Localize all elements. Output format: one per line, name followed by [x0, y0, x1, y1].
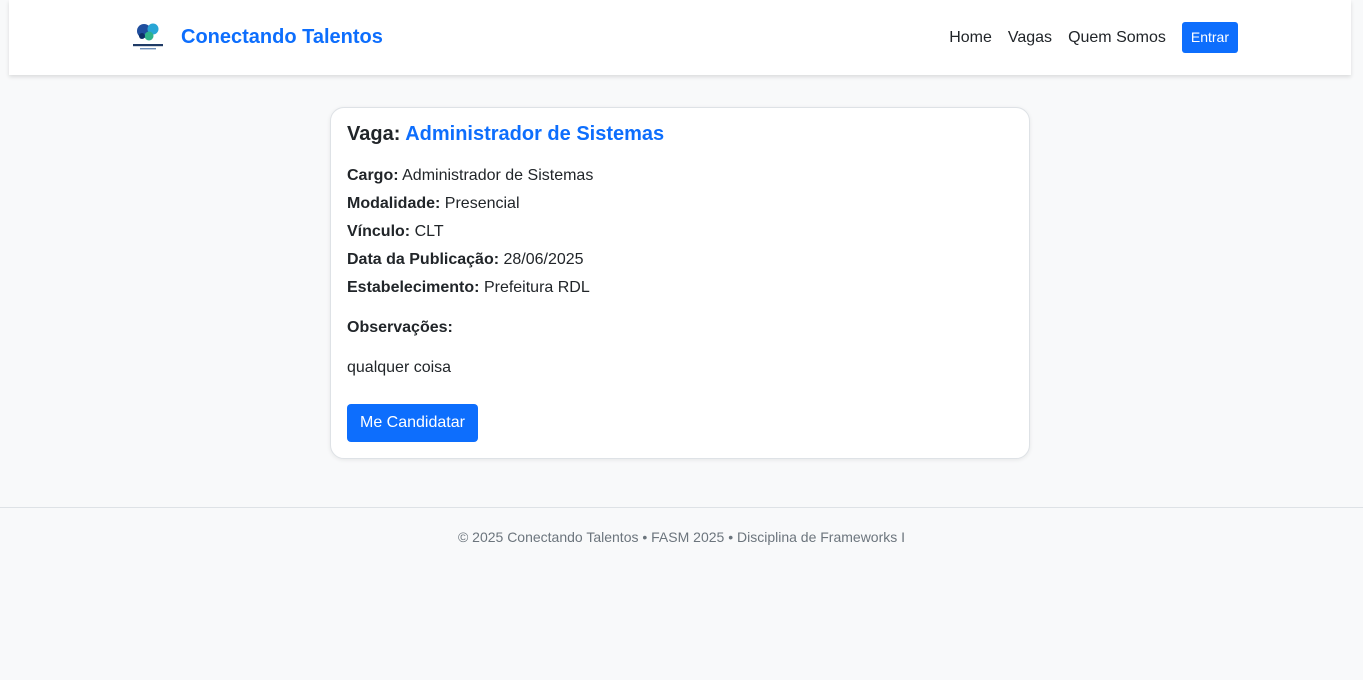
job-card: Vaga: Administrador de Sistemas Cargo: A…: [330, 107, 1030, 459]
brand-name: Conectando Talentos: [181, 26, 383, 48]
field-cargo-label: Cargo:: [347, 167, 399, 184]
field-data-publicacao-value: 28/06/2025: [503, 251, 584, 268]
footer-divider: [0, 507, 1363, 508]
job-title: Vaga: Administrador de Sistemas: [347, 123, 664, 146]
field-modalidade-label: Modalidade:: [347, 195, 441, 212]
field-cargo-value: Administrador de Sistemas: [402, 167, 594, 184]
field-estabelecimento-value: Prefeitura RDL: [483, 279, 590, 296]
field-cargo: Cargo: Administrador de Sistemas: [347, 164, 593, 188]
brand-logo-icon: [133, 23, 163, 50]
nav-link-home[interactable]: Home: [949, 22, 992, 53]
field-vinculo-label: Vínculo:: [347, 223, 411, 240]
field-vinculo: Vínculo: CLT: [347, 220, 444, 244]
field-vinculo-value: CLT: [414, 223, 444, 240]
job-title-value: Administrador de Sistemas: [405, 123, 665, 145]
nav-link-quem-somos[interactable]: Quem Somos: [1068, 22, 1166, 53]
field-estabelecimento: Estabelecimento: Prefeitura RDL: [347, 276, 590, 300]
field-modalidade-value: Presencial: [444, 195, 520, 212]
observacoes-label: Observações:: [347, 319, 453, 336]
navbar: Conectando Talentos Home Vagas Quem Somo…: [9, 0, 1351, 75]
footer-text: © 2025 Conectando Talentos • FASM 2025 •…: [457, 529, 906, 545]
apply-button[interactable]: Me Candidatar: [347, 404, 478, 442]
observacoes-heading: Observações:: [347, 316, 453, 340]
field-estabelecimento-label: Estabelecimento:: [347, 279, 480, 296]
job-title-prefix: Vaga:: [347, 123, 401, 145]
login-button[interactable]: Entrar: [1181, 22, 1238, 53]
brand-link[interactable]: Conectando Talentos: [130, 20, 383, 54]
nav-links: Home Vagas Quem Somos Entrar: [949, 22, 1238, 53]
field-data-publicacao-label: Data da Publicação:: [347, 251, 500, 268]
nav-link-vagas[interactable]: Vagas: [1008, 22, 1052, 53]
field-data-publicacao: Data da Publicação: 28/06/2025: [347, 248, 584, 272]
observacoes-text: qualquer coisa: [347, 359, 452, 376]
field-modalidade: Modalidade: Presencial: [347, 192, 520, 216]
